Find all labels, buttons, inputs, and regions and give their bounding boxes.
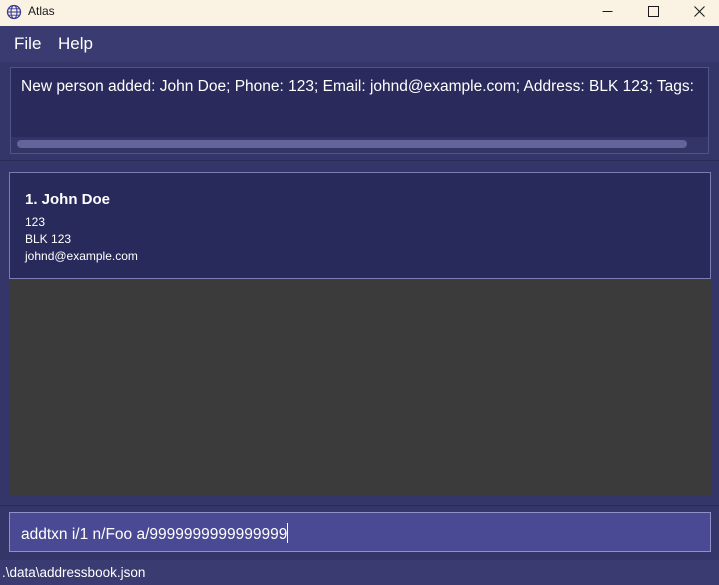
- command-input[interactable]: addtxn i/1 n/Foo a/9999999999999999: [9, 512, 711, 552]
- close-button[interactable]: [676, 0, 719, 26]
- result-horizontal-scrollbar[interactable]: [11, 137, 708, 153]
- minimize-button[interactable]: [584, 0, 630, 26]
- menu-bar: File Help: [0, 26, 719, 62]
- title-bar: Atlas: [0, 0, 719, 26]
- menu-help[interactable]: Help: [58, 34, 93, 54]
- section-divider: [0, 160, 719, 161]
- result-display: New person added: John Doe; Phone: 123; …: [10, 67, 709, 154]
- person-phone: 123: [25, 215, 46, 229]
- person-name: 1. John Doe: [25, 191, 111, 208]
- result-message: New person added: John Doe; Phone: 123; …: [21, 78, 694, 95]
- window-title: Atlas: [28, 4, 55, 18]
- person-address: BLK 123: [25, 232, 72, 246]
- text-cursor: [287, 523, 289, 543]
- close-icon: [693, 4, 705, 22]
- person-card[interactable]: 1. John Doe 123 BLK 123 johnd@example.co…: [9, 172, 711, 279]
- status-bar: .\data\addressbook.json: [0, 560, 719, 585]
- command-text: addtxn i/1 n/Foo a/9999999999999999: [21, 526, 288, 543]
- maximize-button[interactable]: [630, 0, 676, 26]
- minimize-icon: [602, 4, 613, 22]
- scrollbar-thumb[interactable]: [17, 140, 687, 148]
- person-email: johnd@example.com: [25, 249, 138, 263]
- save-location: .\data\addressbook.json: [2, 565, 146, 580]
- command-text-wrap: addtxn i/1 n/Foo a/9999999999999999: [21, 523, 289, 544]
- menu-file[interactable]: File: [14, 34, 41, 54]
- globe-icon: [6, 4, 22, 20]
- maximize-icon: [647, 4, 659, 22]
